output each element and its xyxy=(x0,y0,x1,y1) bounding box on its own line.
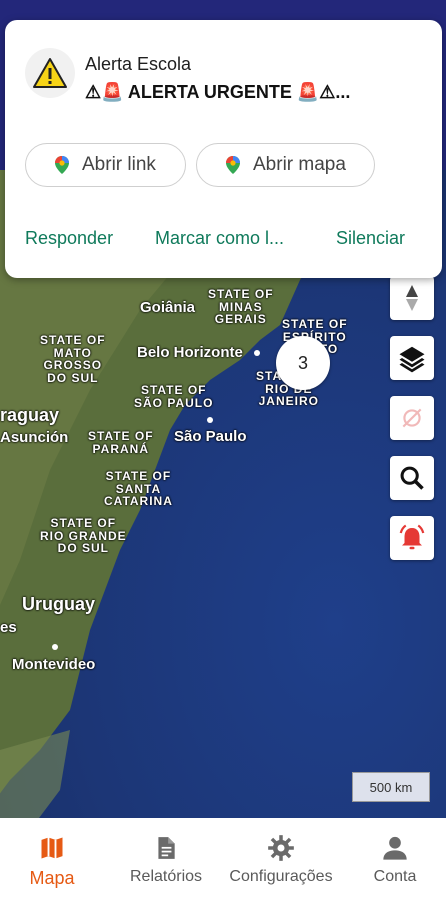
map-label-minas: STATE OF MINAS GERAIS xyxy=(208,287,274,327)
alarm-button[interactable] xyxy=(390,516,434,560)
nav-item-mapa[interactable]: Mapa xyxy=(0,818,104,900)
map-cluster-marker[interactable]: 3 xyxy=(276,336,330,390)
nav-label-configuracoes: Configurações xyxy=(229,868,333,885)
mark-read-action[interactable]: Marcar como l... xyxy=(155,228,284,249)
map-label-parana: STATE OF PARANÁ xyxy=(88,429,154,456)
map-label-mato-grosso: STATE OF MATO GROSSO DO SUL xyxy=(40,333,106,385)
map-label-sao-paulo: São Paulo xyxy=(174,428,247,445)
open-map-label: Abrir mapa xyxy=(253,154,346,175)
notification-card[interactable]: Alerta Escola ⚠🚨 ALERTA URGENTE 🚨⚠... Ab… xyxy=(5,20,442,278)
gear-icon xyxy=(268,835,294,861)
map-scale: 500 km xyxy=(352,772,430,802)
map-label-belo-horizonte: Belo Horizonte xyxy=(137,344,243,361)
map-icon xyxy=(41,837,63,859)
map-label-rio-grande: STATE OF RIO GRANDE DO SUL xyxy=(40,516,127,556)
map-label-es: es xyxy=(0,619,17,636)
maps-pin-icon xyxy=(226,156,240,174)
location-off-button[interactable] xyxy=(390,396,434,440)
map-dot-belo-horizonte xyxy=(254,350,260,356)
nav-item-configuracoes[interactable]: Configurações xyxy=(222,818,340,900)
map-label-santa-catarina: STATE OF SANTA CATARINA xyxy=(104,469,173,509)
open-map-chip[interactable]: Abrir mapa xyxy=(196,143,375,187)
maps-pin-icon xyxy=(55,156,69,174)
map-label-montevideo: Montevideo xyxy=(12,656,96,673)
nav-label-mapa: Mapa xyxy=(29,868,75,888)
person-icon xyxy=(383,836,407,860)
bottom-nav: Mapa Relatórios Configurações Conta xyxy=(0,818,446,900)
map-dot-sao-paulo xyxy=(207,417,213,423)
map-label-paraguay: raguay xyxy=(0,405,60,425)
compass-icon xyxy=(406,285,418,311)
search-button[interactable] xyxy=(390,456,434,500)
nav-item-relatorios[interactable]: Relatórios xyxy=(114,818,218,900)
compass-button[interactable] xyxy=(390,276,434,320)
notification-text: ⚠🚨 ALERTA URGENTE 🚨⚠... xyxy=(85,82,351,102)
alarm-bell-icon xyxy=(399,524,425,550)
nav-label-relatorios: Relatórios xyxy=(129,868,203,885)
nav-label-conta: Conta xyxy=(373,868,417,885)
open-link-label: Abrir link xyxy=(82,154,156,175)
map-label-goiania: Goiânia xyxy=(140,299,196,316)
silence-action[interactable]: Silenciar xyxy=(336,228,405,249)
reply-action[interactable]: Responder xyxy=(25,228,113,249)
warning-icon xyxy=(25,48,75,98)
document-icon xyxy=(158,837,175,859)
map-dot-montevideo xyxy=(52,644,58,650)
map-label-sao-paulo-state: STATE OF SÃO PAULO xyxy=(134,383,214,410)
map-label-asuncion: Asunción xyxy=(0,429,69,446)
location-off-icon xyxy=(402,408,422,428)
map-label-uruguay: Uruguay xyxy=(22,594,96,614)
layers-icon xyxy=(399,346,425,373)
nav-item-conta[interactable]: Conta xyxy=(344,818,446,900)
search-icon xyxy=(400,466,424,490)
notification-app-name: Alerta Escola xyxy=(85,54,192,74)
open-link-chip[interactable]: Abrir link xyxy=(25,143,186,187)
layers-button[interactable] xyxy=(390,336,434,380)
